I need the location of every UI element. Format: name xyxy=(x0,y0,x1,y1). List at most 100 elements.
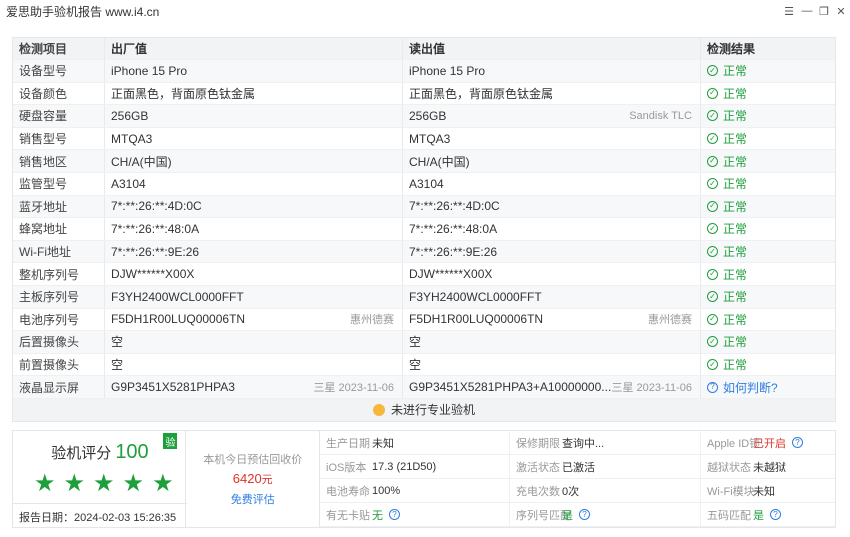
pro-check-label: 未进行专业验机 xyxy=(390,403,475,418)
item-name: 设备颜色 xyxy=(13,82,105,105)
info-item: Wi-Fi模块 未知 xyxy=(701,479,835,503)
result-cell: ✓ 正常 xyxy=(701,196,835,218)
read-value: 7*:**:26:**:48:0A xyxy=(403,218,701,240)
info-value: 100% xyxy=(372,484,401,497)
read-value: 7*:**:26:**:9E:26 xyxy=(403,240,701,263)
summary-panel: 验机评分 100 验 ★ ★ ★ ★ ★ 报告日期：2024-02-03 15:26:35… xyxy=(12,430,836,528)
price-label: 本机今日预估回收价 xyxy=(203,454,303,466)
info-key: Wi-Fi模块 xyxy=(707,485,755,498)
result-cell: ✓ 正常 xyxy=(701,263,835,285)
header-read: 读出值 xyxy=(403,38,701,59)
result-cell: ✓ 正常 xyxy=(701,60,835,82)
table-row: 主板序列号 F3YH2400WCL0000FFT F3YH2400WCL0000FF… xyxy=(13,285,835,309)
help-icon[interactable]: ? xyxy=(792,437,803,448)
check-circle-icon: ✓ xyxy=(707,268,718,280)
help-icon[interactable]: ? xyxy=(389,509,400,520)
header-result: 检测结果 xyxy=(707,42,756,56)
check-circle-icon: ✓ xyxy=(707,200,718,212)
read-value: A3104 xyxy=(403,172,701,195)
check-circle-icon: ✓ xyxy=(707,313,718,325)
result-ok: ✓ 正常 xyxy=(707,333,747,350)
info-item: 序列号匹配是? xyxy=(510,503,701,527)
item-name: 电池序列号 xyxy=(13,308,105,331)
factory-note: 惠州德赛 xyxy=(350,314,394,327)
result-ok: ✓ 正常 xyxy=(707,107,747,124)
table-row: 销售地区 CH/A(中国) CH/A(中国) ✓ 正常 xyxy=(13,150,835,173)
help-icon[interactable]: ? xyxy=(770,509,781,520)
table-row: 前置摄像头空空 ✓ 正常 xyxy=(13,353,835,377)
item-name: 销售地区 xyxy=(13,150,105,172)
info-value: 未知 xyxy=(372,437,394,450)
read-value: CH/A(中国) xyxy=(403,150,701,172)
question-circle-icon: ? xyxy=(707,381,718,393)
result-ok: ✓ 正常 xyxy=(707,288,747,305)
factory-value: 7*:**:26:**:48:0A xyxy=(105,218,403,240)
factory-value: 7*:**:26:**:4D:0C xyxy=(105,195,403,218)
info-item: 有无卡贴无? xyxy=(320,503,510,527)
info-value: 是 xyxy=(753,509,764,522)
minimize-icon[interactable]: — xyxy=(798,2,816,20)
result-cell: ✓ 正常 xyxy=(701,173,835,195)
table-row: 设备型号 iPhone 15 Pro iPhone 15 Pro ✓ 正常 xyxy=(13,60,835,83)
title-bar: 爱思助手验机报告 www.i4.cn xyxy=(0,0,850,22)
info-value: 0次 xyxy=(562,485,580,498)
item-name: 后置摄像头 xyxy=(13,331,105,353)
result-cell: ✓ 正常 xyxy=(701,218,835,240)
result-cell: ✓ 正常 xyxy=(701,309,835,331)
table-row: 后置摄像头空空 ✓ 正常 xyxy=(13,331,835,354)
menu-icon[interactable]: ☰ xyxy=(780,2,798,20)
result-ok: ✓ 正常 xyxy=(707,85,747,102)
read-value: DJW******X00X xyxy=(403,263,701,285)
factory-value: 正面黑色，背面原色钛金属 xyxy=(105,82,403,105)
price-panel: 本机今日预估回收价 6420元 免费评估 xyxy=(186,431,320,527)
result-cell: ✓ 正常 xyxy=(701,83,835,105)
free-evaluate-link[interactable]: 免费评估 xyxy=(231,491,275,507)
factory-value: CH/A(中国) xyxy=(105,150,403,172)
factory-value: F3YH2400WCL0000FFT xyxy=(105,285,403,308)
result-ok: ✓ 正常 xyxy=(707,356,747,373)
table-row: 蜂窝地址 7*:**:26:**:48:0A 7*:**:26:**:48:0A ✓ 正… xyxy=(13,218,835,241)
factory-value: G9P3451X5281PHPA3 三星 2023-11-06 xyxy=(105,376,403,398)
info-item: Apple ID锁 已开启? xyxy=(701,431,835,455)
result-ok: ✓ 正常 xyxy=(707,311,747,328)
factory-value: MTQA3 xyxy=(105,127,403,150)
item-name: 设备型号 xyxy=(13,60,105,82)
item-name: 蓝牙地址 xyxy=(13,195,105,218)
help-icon[interactable]: ? xyxy=(579,509,590,520)
star-icon: ★ xyxy=(122,470,145,497)
result-cell: ✓ 正常 xyxy=(701,128,835,150)
info-key: 电池寿命 xyxy=(326,485,370,498)
info-key: 激活状态 xyxy=(516,461,560,474)
check-circle-icon: ✓ xyxy=(707,336,718,348)
info-item: iOS版本 17.3 (21D50) xyxy=(320,455,510,479)
info-item: 生产日期 未知 xyxy=(320,431,510,455)
item-name: 硬盘容量 xyxy=(13,105,105,127)
window-title: 爱思助手验机报告 www.i4.cn xyxy=(6,4,160,19)
item-name: 监管型号 xyxy=(13,172,105,195)
info-value: 是 xyxy=(562,509,573,522)
info-value: 17.3 (21D50) xyxy=(372,460,437,473)
factory-value: iPhone 15 Pro xyxy=(105,60,403,82)
restore-icon[interactable]: ❐ xyxy=(815,2,833,20)
score-value: 100 xyxy=(115,441,149,463)
info-item: 五码匹配是? xyxy=(701,503,835,527)
info-value: 已激活 xyxy=(562,461,595,474)
table-row: 销售型号 MTQA3 MTQA3 ✓ 正常 xyxy=(13,127,835,151)
item-name: Wi-Fi地址 xyxy=(13,240,105,263)
check-circle-icon: ✓ xyxy=(707,223,718,235)
info-item: 越狱状态 未越狱 xyxy=(701,455,835,479)
info-value: 查询中... xyxy=(562,437,605,450)
result-ok: ✓ 正常 xyxy=(707,153,747,170)
table-row: 蓝牙地址 7*:**:26:**:4D:0C 7*:**:26:**:4D:0C ✓ 正… xyxy=(13,195,835,219)
close-icon[interactable]: ✕ xyxy=(832,2,850,20)
item-name: 销售型号 xyxy=(13,127,105,150)
read-value: 正面黑色，背面原色钛金属 xyxy=(403,82,701,105)
info-value: 未知 xyxy=(753,485,775,498)
how-to-judge-link[interactable]: ? 如何判断? xyxy=(707,379,778,396)
info-key: Apple ID锁 xyxy=(707,437,761,450)
check-circle-icon: ✓ xyxy=(707,359,718,371)
result-cell: ✓ 正常 xyxy=(701,354,835,376)
check-circle-icon: ✓ xyxy=(707,246,718,258)
table-header: 检测项目 出厂值 读出值 检测结果 xyxy=(13,38,835,60)
result-cell: ✓ 正常 xyxy=(701,286,835,308)
